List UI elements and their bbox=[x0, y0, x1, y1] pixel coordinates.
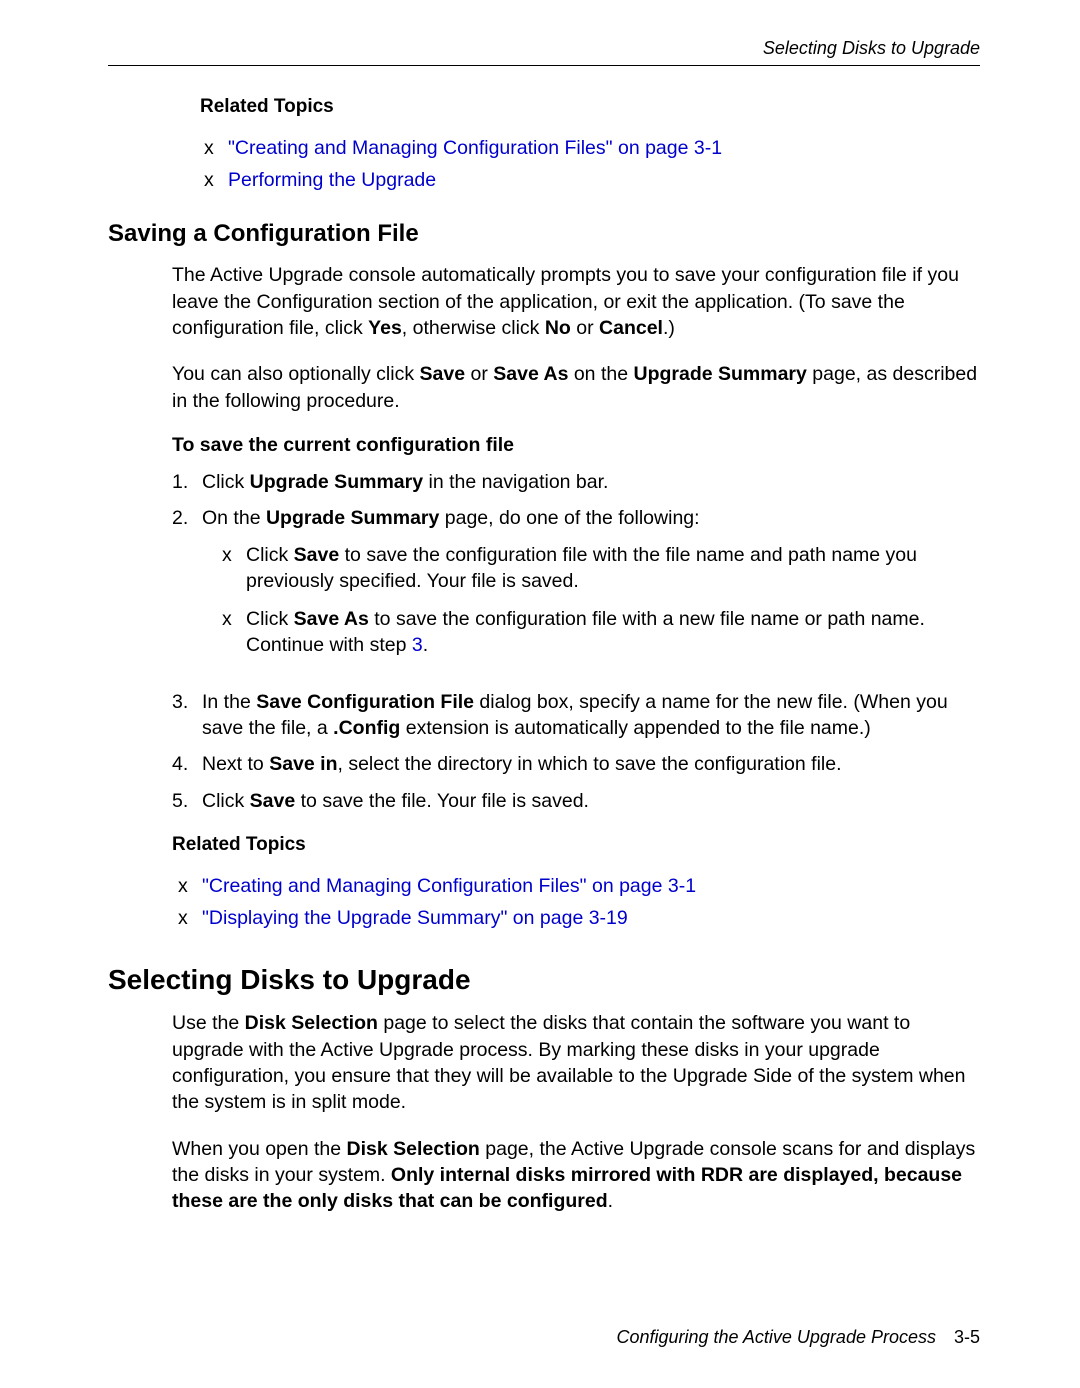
header-rule bbox=[108, 65, 980, 66]
paragraph: You can also optionally click Save or Sa… bbox=[172, 361, 980, 414]
related-topics-heading: Related Topics bbox=[172, 834, 980, 856]
related-topics-list: "Creating and Managing Configuration Fil… bbox=[204, 132, 980, 196]
list-item: 5. Click Save to save the file. Your fil… bbox=[172, 788, 980, 814]
list-item: "Creating and Managing Configuration Fil… bbox=[204, 132, 980, 164]
paragraph: When you open the Disk Selection page, t… bbox=[172, 1136, 980, 1215]
list-item: 4. Next to Save in, select the directory… bbox=[172, 751, 980, 777]
paragraph: The Active Upgrade console automatically… bbox=[172, 262, 980, 341]
sub-bullet: Click Save to save the configuration fil… bbox=[222, 542, 980, 595]
step-number: 5. bbox=[172, 788, 202, 814]
xref-link[interactable]: "Displaying the Upgrade Summary" on page… bbox=[202, 907, 628, 929]
step-number: 4. bbox=[172, 751, 202, 777]
xref-link[interactable]: Performing the Upgrade bbox=[228, 169, 436, 191]
step-number: 1. bbox=[172, 469, 202, 495]
step-number: 2. bbox=[172, 505, 202, 671]
related-topics-heading: Related Topics bbox=[200, 96, 980, 118]
procedure-list: 1. Click Upgrade Summary in the navigati… bbox=[172, 469, 980, 814]
related-topics-list: "Creating and Managing Configuration Fil… bbox=[178, 870, 980, 934]
running-header: Selecting Disks to Upgrade bbox=[108, 38, 980, 59]
step-number: 3. bbox=[172, 689, 202, 742]
xref-link[interactable]: "Creating and Managing Configuration Fil… bbox=[228, 137, 722, 159]
step-xref-link[interactable]: 3 bbox=[412, 634, 423, 656]
section-heading-saving: Saving a Configuration File bbox=[108, 220, 980, 248]
list-item: 3. In the Save Configuration File dialog… bbox=[172, 689, 980, 742]
paragraph: Use the Disk Selection page to select th… bbox=[172, 1010, 980, 1115]
list-item: 2. On the Upgrade Summary page, do one o… bbox=[172, 505, 980, 671]
list-item: 1. Click Upgrade Summary in the navigati… bbox=[172, 469, 980, 495]
sub-bullet: Click Save As to save the configuration … bbox=[222, 606, 980, 659]
footer-text: Configuring the Active Upgrade Process bbox=[616, 1327, 936, 1347]
page-footer: Configuring the Active Upgrade Process 3-… bbox=[616, 1327, 980, 1348]
list-item: "Creating and Managing Configuration Fil… bbox=[178, 870, 980, 902]
section-heading-selecting: Selecting Disks to Upgrade bbox=[108, 964, 980, 996]
xref-link[interactable]: "Creating and Managing Configuration Fil… bbox=[202, 875, 696, 897]
page-number: 3-5 bbox=[954, 1327, 980, 1347]
procedure-heading: To save the current configuration file bbox=[172, 434, 980, 457]
list-item: "Displaying the Upgrade Summary" on page… bbox=[178, 902, 980, 934]
list-item: Performing the Upgrade bbox=[204, 164, 980, 196]
